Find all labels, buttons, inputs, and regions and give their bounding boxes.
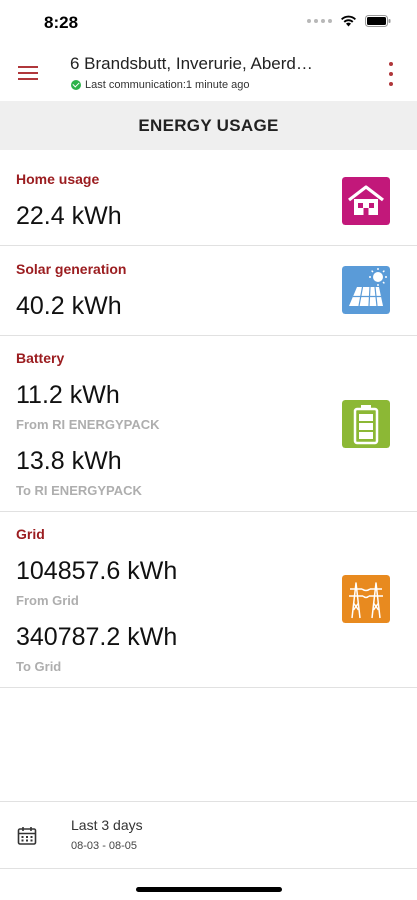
wifi-icon xyxy=(341,15,356,27)
date-range-dates: 08-03 - 08-05 xyxy=(71,840,138,852)
home-indicator[interactable] xyxy=(136,887,282,892)
more-options-icon[interactable] xyxy=(387,62,395,86)
status-icons xyxy=(307,15,391,27)
home-usage-title: Home usage xyxy=(16,171,100,187)
status-time: 8:28 xyxy=(44,13,79,32)
communication-status: Last communication:1 minute ago xyxy=(71,79,249,91)
battery-to-value: 13.8 kWh xyxy=(16,447,122,475)
site-address[interactable]: 6 Brandsbutt, Inverurie, Aberd… xyxy=(70,54,350,74)
solar-panel-icon xyxy=(342,266,390,314)
power-pylon-icon xyxy=(342,575,390,623)
home-usage-value: 22.4 kWh xyxy=(16,202,122,230)
grid-from-value: 104857.6 kWh xyxy=(16,557,178,585)
status-bar: 8:28 xyxy=(0,0,417,46)
battery-status-icon xyxy=(365,15,391,27)
check-circle-icon xyxy=(71,80,81,90)
calendar-icon xyxy=(17,827,37,845)
grid-from-label: From Grid xyxy=(16,593,79,608)
date-range-label: Last 3 days xyxy=(71,817,143,833)
grid-to-value: 340787.2 kWh xyxy=(16,623,178,651)
date-range-selector[interactable]: Last 3 days 08-03 - 08-05 xyxy=(0,801,417,869)
battery-to-label: To RI ENERGYPACK xyxy=(16,483,142,498)
solar-generation-title: Solar generation xyxy=(16,261,127,277)
battery-from-value: 11.2 kWh xyxy=(16,381,120,409)
battery-title: Battery xyxy=(16,350,65,366)
battery-icon xyxy=(342,400,390,448)
grid-to-label: To Grid xyxy=(16,659,62,674)
house-icon xyxy=(342,177,390,225)
hamburger-menu-icon[interactable] xyxy=(14,60,42,86)
grid-title: Grid xyxy=(16,526,45,542)
communication-status-text: Last communication:1 minute ago xyxy=(85,79,250,91)
page-title: ENERGY USAGE xyxy=(0,101,417,150)
app-header: 6 Brandsbutt, Inverurie, Aberd… Last com… xyxy=(0,46,417,102)
solar-generation-value: 40.2 kWh xyxy=(16,292,122,320)
battery-from-label: From RI ENERGYPACK xyxy=(16,417,160,432)
signal-icon xyxy=(307,19,332,23)
